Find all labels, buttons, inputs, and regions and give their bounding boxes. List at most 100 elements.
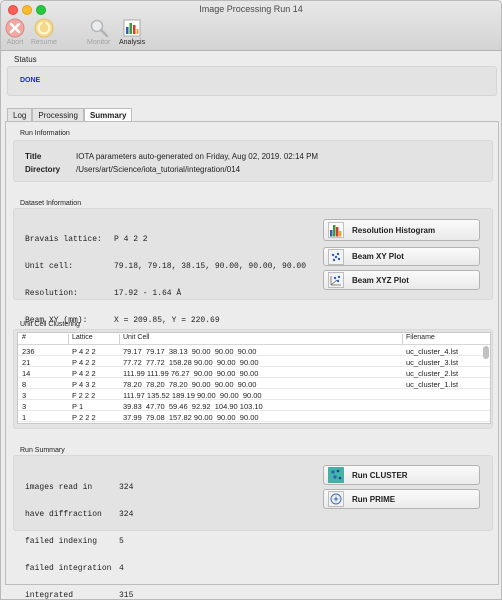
resolution-histogram-button[interactable]: Resolution Histogram (323, 219, 480, 241)
cell-filename: uc_cluster_1.lst (406, 380, 459, 389)
unit-cell-value: 79.18, 79.18, 38.15, 90.00, 90.00, 90.00 (114, 262, 307, 271)
status-section-title: Status (14, 55, 37, 64)
failed-indexing-label: failed indexing (25, 537, 98, 546)
analysis-label: Analysis (119, 39, 146, 46)
column-header-count[interactable]: # (22, 334, 26, 341)
column-divider (68, 334, 69, 344)
table-row[interactable]: 21 P 4 2 2 77.72 77.72 158.28 90.00 90.0… (18, 357, 490, 367)
clustering-title: Unit Cell Clustering (20, 321, 80, 328)
cell-count: 8 (22, 380, 27, 389)
scatter-plot-icon (328, 248, 344, 265)
table-row[interactable]: 3 P 1 39.83 47.70 59.46 92.92 104.90 103… (18, 401, 490, 411)
run-summary-title: Run Summary (20, 447, 65, 454)
cell-count: 3 (22, 402, 27, 411)
cell-count: 236 (22, 347, 35, 356)
integrated-label: integrated (25, 591, 74, 600)
have-diffraction-value: 324 (119, 510, 134, 519)
abort-label: Abort (6, 39, 24, 46)
3d-plot-icon (328, 272, 344, 288)
run-info-group: Title IOTA parameters auto-generated on … (13, 140, 493, 182)
unit-cell-label: Unit cell: (25, 262, 74, 271)
cell-filename: uc_cluster_2.lst (406, 369, 459, 378)
cell-filename: uc_cluster_4.lst (406, 347, 459, 356)
column-header-unit-cell[interactable]: Unit Cell (123, 334, 149, 341)
cell-lattice: P 2 2 2 (72, 413, 96, 422)
beam-xyz-plot-button[interactable]: Beam XYZ Plot (323, 270, 480, 290)
tab-bar: Log Processing Summary (7, 108, 133, 122)
analysis-button[interactable]: Analysis (119, 18, 145, 46)
cell-unit-cell: 79.17 79.17 38.13 90.00 90.00 90.00 (123, 347, 257, 356)
cell-unit-cell: 37.99 79.08 157.82 90.00 90.00 90.00 (123, 413, 259, 422)
monitor-label: Monitor (87, 39, 111, 46)
beam-xy-value: X = 209.85, Y = 220.69 (114, 316, 220, 325)
resume-button[interactable]: Resume (31, 18, 57, 46)
histogram-icon (328, 222, 344, 238)
column-header-filename[interactable]: Filename (406, 334, 435, 341)
cell-lattice: P 4 2 2 (72, 358, 96, 367)
abort-icon (5, 18, 25, 38)
column-header-lattice[interactable]: Lattice (72, 334, 93, 341)
failed-integration-label: failed integration (25, 564, 112, 573)
tab-summary[interactable]: Summary (83, 108, 133, 122)
resume-icon (34, 18, 54, 38)
cell-count: 1 (22, 413, 27, 422)
title-value: IOTA parameters auto-generated on Friday… (76, 152, 319, 161)
cell-unit-cell: 111.99 111.99 76.27 90.00 90.00 90.00 (123, 369, 259, 378)
cell-unit-cell: 77.72 77.72 158.28 90.00 90.00 90.00 (123, 358, 259, 367)
cluster-icon (328, 467, 344, 483)
run-cluster-label: Run CLUSTER (352, 470, 408, 480)
cell-unit-cell: 111.97 135.52 189.19 90.00 90.00 90.00 (123, 391, 262, 400)
run-info-title: Run Information (20, 130, 70, 137)
tab-processing[interactable]: Processing (32, 108, 84, 122)
run-summary-group: images read in have diffraction failed i… (13, 455, 493, 599)
failed-indexing-value: 5 (119, 537, 124, 546)
title-bar: Image Processing Run 14 Abort Resume Mon… (1, 1, 501, 51)
tab-log[interactable]: Log (7, 108, 33, 122)
magnifier-icon (90, 19, 108, 38)
bar-chart-icon (123, 19, 141, 37)
cell-unit-cell: 39.83 47.70 59.46 92.92 104.90 103.10 (123, 402, 263, 411)
table-row[interactable]: 8 P 4 3 2 78.20 78.20 78.20 90.00 90.00 … (18, 379, 490, 389)
cell-lattice: F 2 2 2 (72, 391, 96, 400)
monitor-button[interactable]: Monitor (87, 18, 110, 46)
cell-count: 14 (22, 369, 31, 378)
table-row[interactable]: 3 F 2 2 2 111.97 135.52 189.19 90.00 90.… (18, 390, 490, 400)
summary-panel: Run Information Title IOTA parameters au… (5, 121, 499, 599)
table-scrollbar[interactable] (483, 346, 489, 359)
beam-xy-plot-label: Beam XY Plot (352, 252, 404, 261)
dataset-info-group: Bravais lattice: Unit cell: Resolution: … (13, 208, 493, 325)
column-divider (119, 334, 120, 344)
cell-lattice: P 4 2 2 (72, 347, 96, 356)
run-prime-button[interactable]: Run PRIME (323, 489, 480, 509)
resolution-label: Resolution: (25, 289, 78, 298)
beam-xy-plot-button[interactable]: Beam XY Plot (323, 247, 480, 266)
images-read-value: 324 (119, 483, 134, 492)
cell-filename: uc_cluster_3.lst (406, 358, 459, 367)
summary-values: 324 324 5 4 315 (119, 465, 157, 600)
table-header: # Lattice Unit Cell Filename (18, 333, 490, 345)
cell-lattice: P 4 2 2 (72, 369, 96, 378)
cell-lattice: P 1 (72, 402, 84, 411)
bravais-value: P 4 2 2 (114, 235, 148, 244)
images-read-label: images read in (25, 483, 93, 492)
resume-label: Resume (31, 39, 58, 46)
status-value: DONE (20, 77, 41, 84)
have-diffraction-label: have diffraction (25, 510, 102, 519)
dataset-info-title: Dataset Information (20, 200, 82, 207)
resolution-value: 17.92 - 1.64 Å (114, 289, 182, 298)
failed-integration-value: 4 (119, 564, 124, 573)
cell-unit-cell: 78.20 78.20 78.20 90.00 90.00 90.00 (123, 380, 257, 389)
window-title: Image Processing Run 14 (199, 4, 303, 14)
resolution-histogram-label: Resolution Histogram (352, 225, 436, 235)
table-row[interactable]: 1 P 2 2 2 37.99 79.08 157.82 90.00 90.00… (18, 412, 490, 422)
prime-icon (328, 491, 344, 507)
run-cluster-button[interactable]: Run CLUSTER (323, 465, 480, 485)
table-row[interactable]: 236 P 4 2 2 79.17 79.17 38.13 90.00 90.0… (18, 346, 490, 356)
directory-value: /Users/art/Science/iota_tutorial/integra… (76, 165, 241, 174)
integrated-value: 315 (119, 591, 134, 600)
summary-labels: images read in have diffraction failed i… (25, 465, 112, 600)
app-window: Image Processing Run 14 Abort Resume Mon… (0, 0, 502, 600)
clustering-table[interactable]: # Lattice Unit Cell Filename 236 P 4 2 2… (17, 332, 491, 424)
table-row[interactable]: 14 P 4 2 2 111.99 111.99 76.27 90.00 90.… (18, 368, 490, 378)
abort-button[interactable]: Abort (5, 18, 25, 46)
